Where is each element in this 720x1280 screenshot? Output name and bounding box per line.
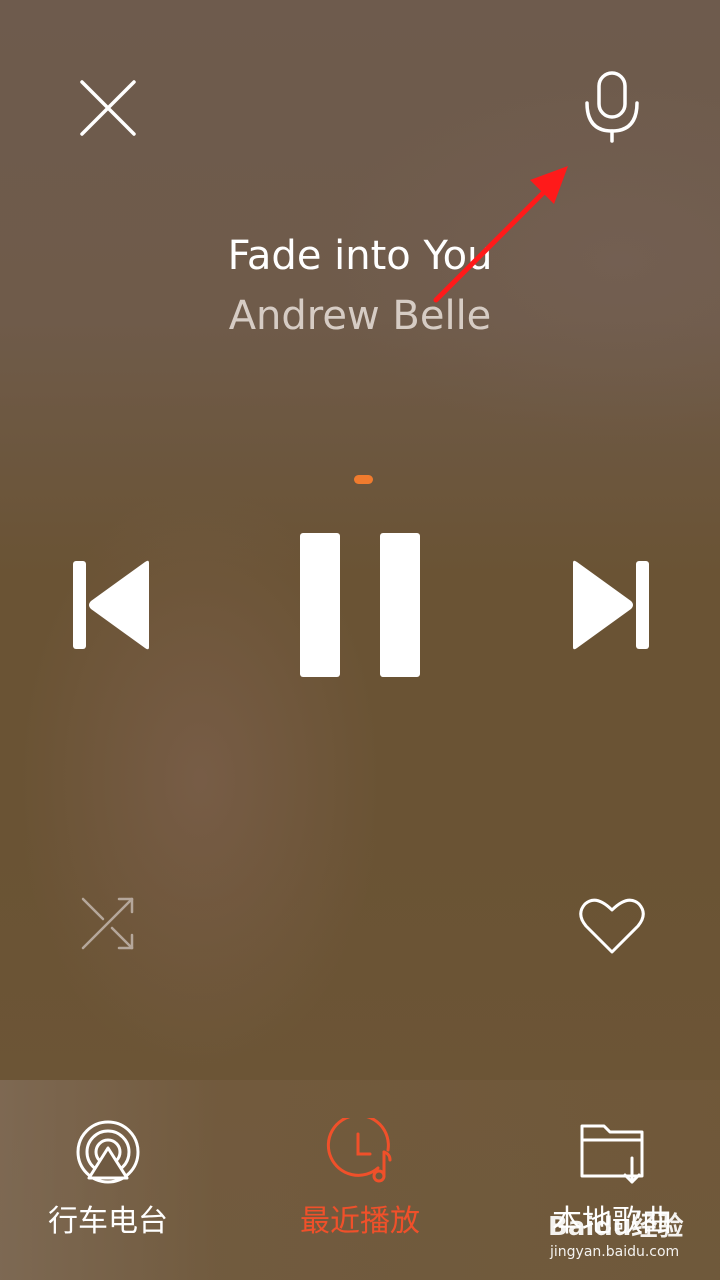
shuffle-button[interactable] <box>74 890 142 958</box>
music-player-screen: Fade into You Andrew Belle 行车电台 最近播放 本地歌… <box>0 0 720 1280</box>
close-icon <box>80 80 136 136</box>
voice-search-button[interactable] <box>574 66 650 146</box>
next-track-button[interactable] <box>562 550 662 660</box>
watermark-url: jingyan.baidu.com <box>550 1244 680 1260</box>
recent-clock-music-icon <box>326 1118 392 1183</box>
progress-indicator[interactable] <box>354 475 373 484</box>
skip-previous-icon <box>73 560 149 650</box>
track-artist: Andrew Belle <box>228 293 492 339</box>
close-button[interactable] <box>70 70 146 146</box>
car-radio-icon <box>76 1120 140 1184</box>
favorite-button[interactable] <box>574 890 650 962</box>
skip-next-icon <box>573 560 649 650</box>
heart-icon <box>579 898 645 954</box>
nav-item-recent-play[interactable]: 最近播放 <box>260 1080 460 1280</box>
pause-icon-bar-left <box>300 533 340 677</box>
microphone-icon <box>585 71 639 143</box>
watermark-logo-text: Baidu经验 <box>548 1212 684 1242</box>
track-title: Fade into You <box>227 233 493 279</box>
previous-track-button[interactable] <box>60 550 160 660</box>
nav-label-car-radio: 行车电台 <box>48 1204 168 1239</box>
pause-icon-bar-right <box>380 533 420 677</box>
pause-button[interactable] <box>296 530 424 680</box>
shuffle-icon <box>81 897 134 950</box>
nav-label-recent-play: 最近播放 <box>300 1204 420 1239</box>
local-folder-download-icon <box>580 1124 644 1184</box>
baidu-jingyan-watermark: Baidu经验 jingyan.baidu.com <box>548 1212 718 1272</box>
nav-item-car-radio[interactable]: 行车电台 <box>8 1080 208 1280</box>
